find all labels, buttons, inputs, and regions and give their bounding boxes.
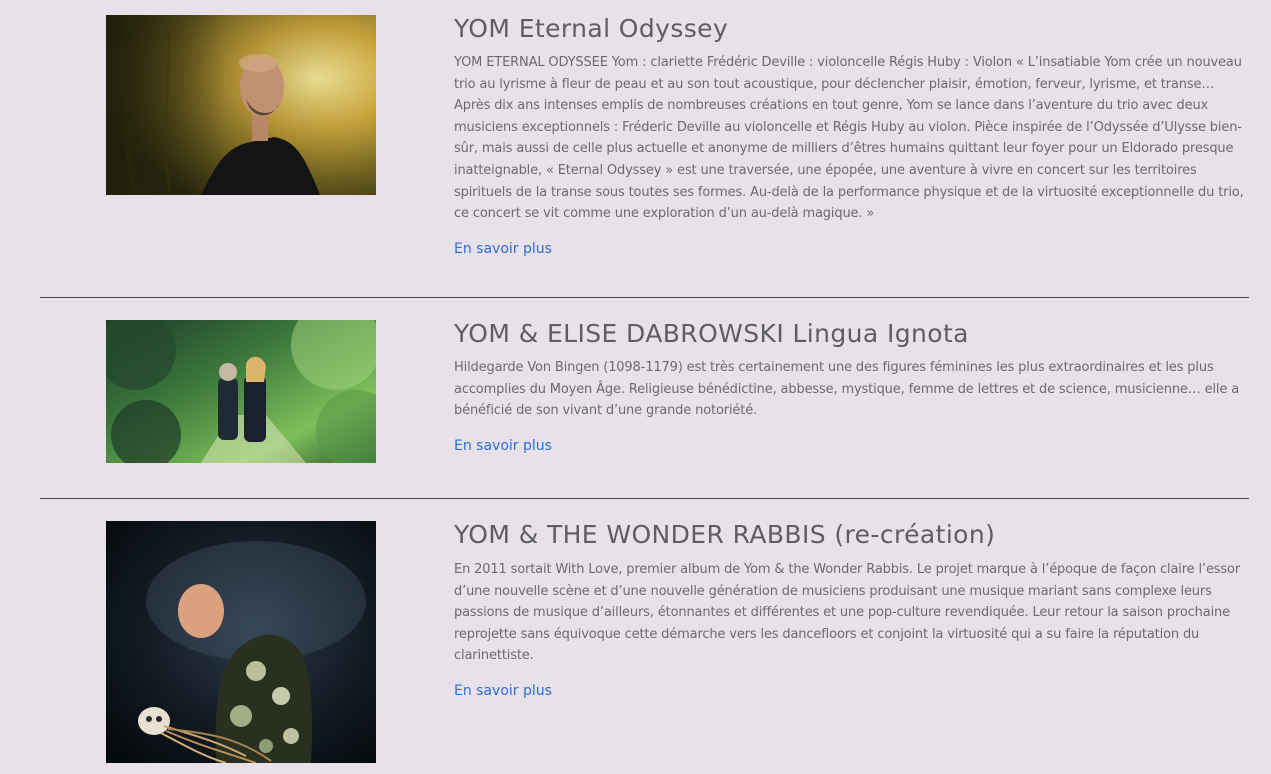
project-photo[interactable]	[106, 15, 376, 195]
separator	[40, 297, 1249, 298]
project-title[interactable]: YOM & THE WONDER RABBIS (re-création)	[454, 520, 1244, 550]
project-description: Hildegarde Von Bingen (1098-1179) est tr…	[454, 360, 1240, 419]
read-more-link[interactable]: En savoir plus	[454, 682, 552, 700]
project-photo[interactable]	[106, 320, 376, 463]
read-more-link[interactable]: En savoir plus	[454, 240, 552, 258]
project-title[interactable]: YOM & ELISE DABROWSKI Lingua Ignota	[454, 319, 1244, 349]
project-title[interactable]: YOM Eternal Odyssey	[454, 14, 1244, 44]
read-more-link[interactable]: En savoir plus	[454, 437, 552, 455]
separator	[40, 498, 1249, 499]
project-photo[interactable]	[106, 521, 376, 763]
project-description: YOM ETERNAL ODYSSEE Yom : clariette Fréd…	[454, 55, 1244, 222]
project-description: En 2011 sortait With Love, premier album…	[454, 562, 1241, 664]
